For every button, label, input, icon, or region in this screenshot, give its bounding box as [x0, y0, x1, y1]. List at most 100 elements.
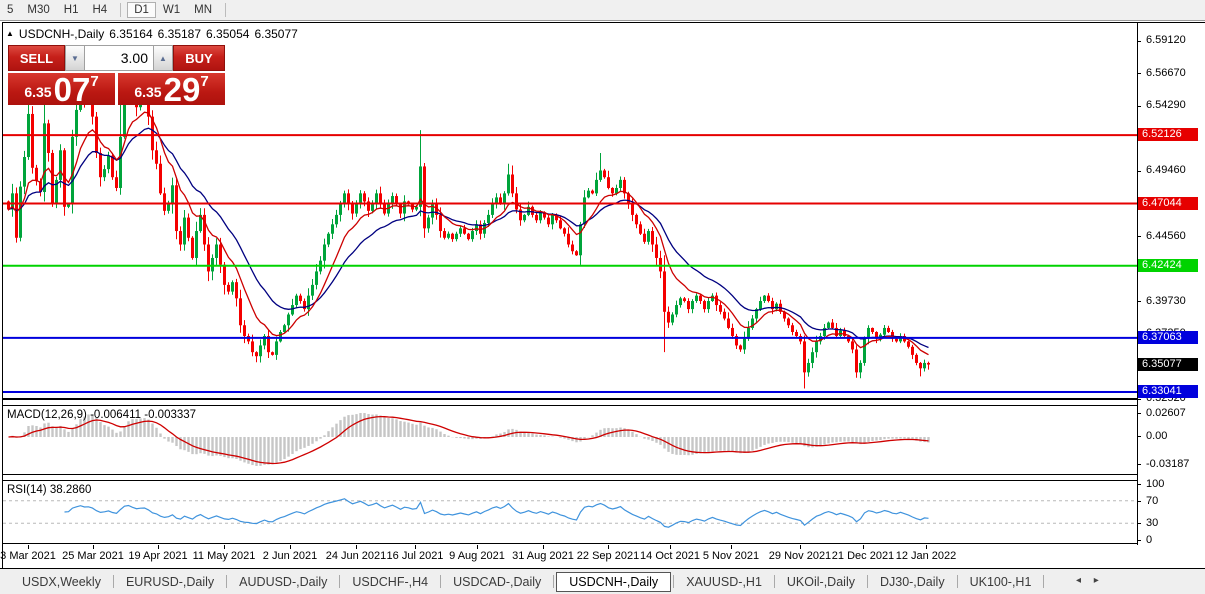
chart-tab-usdchf-h4[interactable]: USDCHF-,H4 — [342, 572, 438, 592]
date-tick-mark — [158, 545, 159, 549]
chart-tab-uk100-h1[interactable]: UK100-,H1 — [960, 572, 1042, 592]
chart-tab-audusd-daily[interactable]: AUDUSD-,Daily — [229, 572, 337, 592]
price-tick-label: 6.39730 — [1146, 295, 1186, 307]
timeframe-button-w1[interactable]: W1 — [156, 2, 187, 18]
tab-separator — [956, 575, 958, 588]
rsi-pane[interactable] — [3, 481, 1137, 543]
date-tick-mark — [926, 545, 927, 549]
date-tick-mark — [356, 545, 357, 549]
toolbar-separator — [120, 3, 122, 17]
timeframe-button-d1[interactable]: D1 — [127, 2, 156, 18]
chart-tab-eurusd-daily[interactable]: EURUSD-,Daily — [116, 572, 224, 592]
rsi-value: 38.2860 — [49, 484, 92, 496]
macd-tick-label: -0.03187 — [1146, 458, 1190, 470]
rsi-tick-label: 0 — [1146, 534, 1153, 546]
level-price-label: 6.37063 — [1138, 331, 1198, 344]
rsi-tick-mark — [1137, 501, 1141, 502]
date-tick-mark — [731, 545, 732, 549]
chart-tab-dj30-daily[interactable]: DJ30-,Daily — [870, 572, 955, 592]
date-label: 25 Mar 2021 — [62, 550, 124, 562]
tab-separator — [112, 575, 114, 588]
tab-separator — [339, 575, 341, 588]
level-price-label: 6.47044 — [1138, 197, 1198, 210]
date-label: 29 Nov 2021 — [768, 550, 832, 562]
volume-increase-button[interactable]: ▲ — [153, 45, 173, 71]
tab-separator — [553, 575, 555, 588]
rsi-label: RSI(14) 38.2860 — [7, 484, 91, 496]
date-tick-mark — [477, 545, 478, 549]
quote-low: 6.35054 — [206, 27, 250, 41]
date-label: 3 Mar 2021 — [0, 550, 56, 562]
macd-tick-mark — [1137, 413, 1141, 414]
trading-platform-window: 5 M30 H1 H4 D1 W1 MN ▲ USDCNH-,Daily 6.35164 6… — [0, 0, 1205, 594]
main-pane-bottom-border — [2, 398, 1138, 400]
macd-value-main: -0.006411 — [90, 409, 142, 421]
date-tick-mark — [863, 545, 864, 549]
chart-tab-usdcnh-daily[interactable]: USDCNH-,Daily — [556, 571, 672, 592]
timeframe-button-5[interactable]: 5 — [0, 2, 20, 18]
price-tick-mark — [1137, 301, 1141, 302]
price-tick-mark — [1137, 106, 1141, 107]
date-label: 21 Dec 2021 — [831, 550, 895, 562]
timeframe-button-m30[interactable]: M30 — [20, 2, 56, 18]
price-tick-label: 6.56670 — [1146, 67, 1186, 79]
macd-tick-label: 0.00 — [1146, 430, 1168, 442]
chart-symbol-label: USDCNH-,Daily — [18, 27, 105, 41]
price-tick-label: 6.49460 — [1146, 164, 1186, 176]
macd-name: MACD(12,26,9) — [7, 409, 87, 421]
rsi-tick-label: 70 — [1146, 495, 1159, 507]
date-label: 12 Jan 2022 — [895, 550, 957, 562]
date-label: 9 Aug 2021 — [449, 550, 505, 562]
price-tick-mark — [1137, 73, 1141, 74]
rsi-tick-label: 30 — [1146, 517, 1159, 529]
quote-open: 6.35164 — [109, 27, 153, 41]
date-label: 16 Jul 2021 — [386, 550, 444, 562]
level-price-label: 6.52126 — [1138, 128, 1198, 141]
buy-button[interactable]: BUY — [173, 45, 225, 71]
price-tick-mark — [1137, 236, 1141, 237]
macd-label: MACD(12,26,9) -0.006411 -0.003337 — [7, 409, 196, 421]
date-label: 31 Aug 2021 — [512, 550, 574, 562]
date-tick-mark — [670, 545, 671, 549]
price-axis-line — [1137, 22, 1138, 545]
chart-tab-usdcad-daily[interactable]: USDCAD-,Daily — [443, 572, 551, 592]
collapse-arrow-icon[interactable]: ▲ — [6, 29, 14, 41]
current-price-label: 6.35077 — [1138, 358, 1198, 371]
price-tick-mark — [1137, 171, 1141, 172]
level-price-label: 6.42424 — [1138, 259, 1198, 272]
timeframe-button-h1[interactable]: H1 — [57, 2, 86, 18]
level-price-label: 6.33041 — [1138, 385, 1198, 398]
toolbar-separator — [225, 3, 227, 17]
price-tick-label: 6.59120 — [1146, 34, 1186, 46]
buy-price-big: 29 — [163, 70, 201, 108]
volume-input[interactable] — [85, 45, 153, 71]
chart-tab-usdx-weekly[interactable]: USDX,Weekly — [12, 572, 111, 592]
quote-close: 6.35077 — [254, 27, 298, 41]
one-click-trade-panel: SELL ▼ ▲ BUY 6.35 07 7 6.35 29 7 — [8, 45, 225, 108]
volume-decrease-button[interactable]: ▼ — [65, 45, 85, 71]
date-label: 19 Apr 2021 — [128, 550, 188, 562]
sell-price-tile[interactable]: 6.35 07 7 — [8, 73, 115, 106]
timeframe-button-mn[interactable]: MN — [187, 2, 219, 18]
rsi-tick-label: 100 — [1146, 478, 1165, 490]
macd-tick-mark — [1137, 464, 1141, 465]
timeframe-button-h4[interactable]: H4 — [85, 2, 114, 18]
tab-scroll-arrows[interactable]: ◂ ▸ — [1076, 575, 1104, 586]
date-tick-mark — [224, 545, 225, 549]
date-label: 5 Nov 2021 — [702, 550, 760, 562]
sell-button[interactable]: SELL — [8, 45, 65, 71]
tab-separator — [773, 575, 775, 588]
chart-tab-xauusd-h1[interactable]: XAUUSD-,H1 — [676, 572, 772, 592]
rsi-name: RSI(14) — [7, 484, 47, 496]
chart-tabbar: USDX,Weekly EURUSD-,Daily AUDUSD-,Daily USD… — [0, 569, 1205, 594]
rsi-tick-mark — [1137, 540, 1141, 541]
timeframe-toolbar: 5 M30 H1 H4 D1 W1 MN — [0, 0, 1205, 21]
date-label: 2 Jun 2021 — [262, 550, 318, 562]
buy-price-tile[interactable]: 6.35 29 7 — [118, 70, 225, 108]
tab-separator — [866, 575, 868, 588]
macd-value-signal: -0.003337 — [144, 409, 197, 421]
chart-tab-ukoil-daily[interactable]: UKOil-,Daily — [777, 572, 865, 592]
sell-price-prefix: 6.35 — [24, 84, 52, 100]
macd-tick-label: 0.02607 — [1146, 407, 1186, 419]
date-label: 22 Sep 2021 — [576, 550, 640, 562]
